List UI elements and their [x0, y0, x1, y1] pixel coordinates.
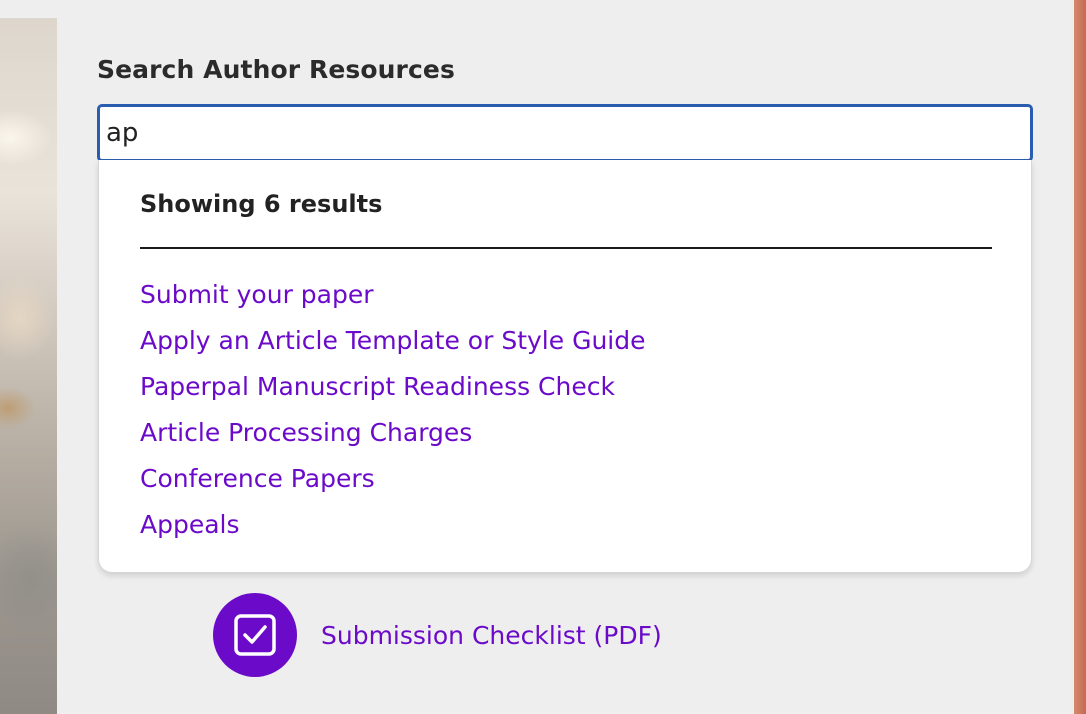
background-photo [0, 18, 57, 714]
result-link-apply-template[interactable]: Apply an Article Template or Style Guide [140, 326, 645, 355]
result-item: Appeals [140, 506, 645, 552]
submission-checklist-label: Submission Checklist (PDF) [321, 620, 662, 650]
right-edge-image [1074, 0, 1086, 714]
page: Search Author Resources Showing 6 result… [0, 0, 1086, 714]
checkbox-checked-glyph [234, 614, 276, 656]
results-list: Submit your paper Apply an Article Templ… [140, 276, 645, 552]
result-link-paperpal-check[interactable]: Paperpal Manuscript Readiness Check [140, 372, 615, 401]
result-item: Paperpal Manuscript Readiness Check [140, 368, 645, 414]
result-link-article-processing-charges[interactable]: Article Processing Charges [140, 418, 472, 447]
checkbox-checked-icon [213, 593, 297, 677]
result-link-appeals[interactable]: Appeals [140, 510, 240, 539]
result-item: Conference Papers [140, 460, 645, 506]
search-input[interactable] [97, 104, 1033, 162]
result-link-conference-papers[interactable]: Conference Papers [140, 464, 375, 493]
result-item: Submit your paper [140, 276, 645, 322]
result-item: Article Processing Charges [140, 414, 645, 460]
search-label: Search Author Resources [97, 55, 455, 84]
result-link-submit-your-paper[interactable]: Submit your paper [140, 280, 374, 309]
search-results-dropdown: Showing 6 results Submit your paper Appl… [98, 160, 1032, 573]
results-divider [140, 247, 992, 249]
result-item: Apply an Article Template or Style Guide [140, 322, 645, 368]
submission-checklist-link[interactable]: Submission Checklist (PDF) [213, 593, 662, 677]
results-count: Showing 6 results [140, 190, 383, 218]
